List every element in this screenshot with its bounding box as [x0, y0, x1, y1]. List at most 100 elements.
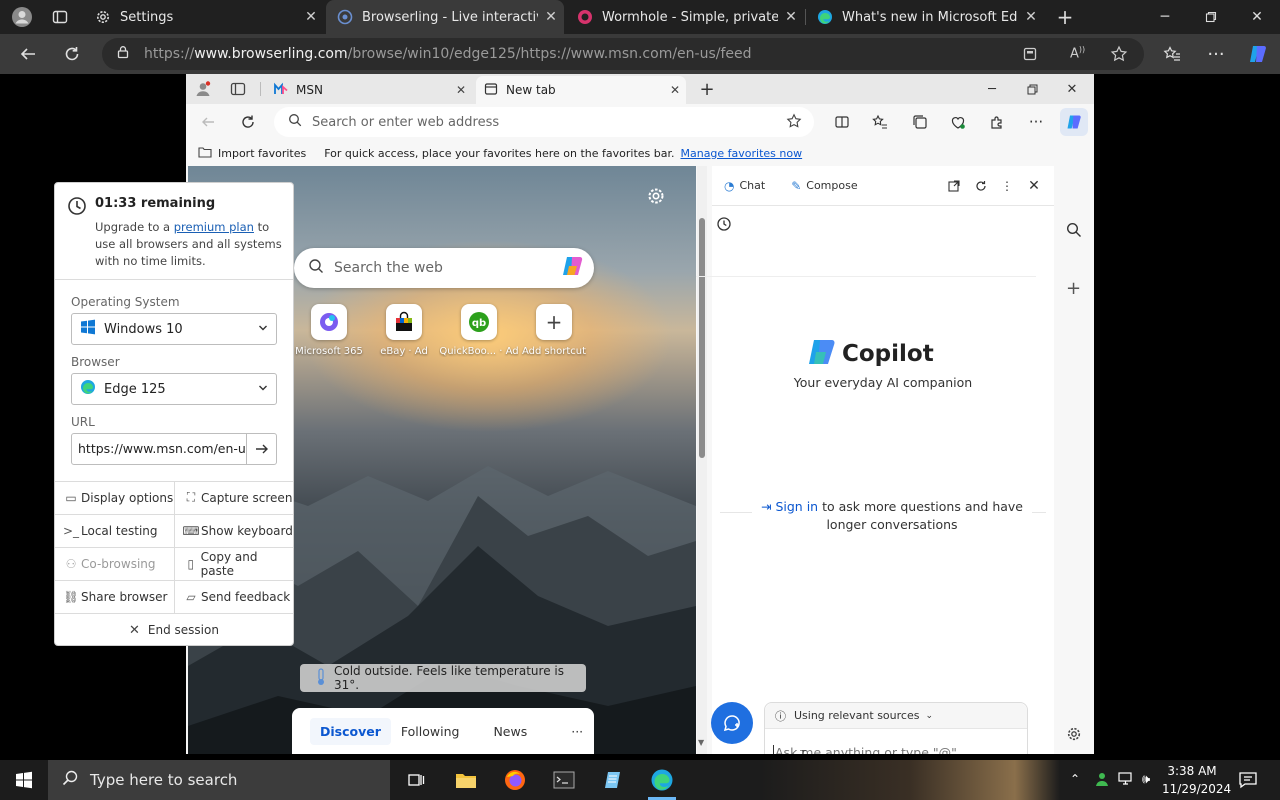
terminal-app-icon[interactable] [540, 760, 588, 800]
inner-close-window-button[interactable]: ✕ [1052, 74, 1092, 104]
file-explorer-icon[interactable] [442, 760, 490, 800]
manage-favorites-link[interactable]: Manage favorites now [680, 147, 802, 160]
feed-tab-news[interactable]: News [483, 718, 537, 745]
inner-back-button[interactable] [194, 108, 222, 136]
send-feedback-button[interactable]: ▱ Send feedback [174, 580, 293, 613]
back-button[interactable] [12, 38, 44, 70]
read-aloud-icon[interactable]: A)) [1070, 45, 1085, 61]
show-hidden-icons-chevron-icon[interactable]: ⌃ [1070, 772, 1080, 786]
browser-select[interactable]: Edge 125 [71, 373, 277, 405]
shortcut-quickbooks[interactable]: qb QuickBoo... · Ad [439, 304, 519, 357]
maximize-button[interactable] [1188, 0, 1234, 34]
more-menu-icon[interactable]: ··· [1022, 108, 1050, 136]
weather-notice[interactable]: Cold outside. Feels like temperature is … [300, 664, 586, 692]
collections-icon[interactable] [906, 108, 934, 136]
minimize-button[interactable]: ─ [1142, 0, 1188, 34]
feed-more-icon[interactable]: ··· [561, 718, 593, 745]
lock-icon[interactable] [116, 45, 130, 63]
inner-new-tab-button[interactable]: + [696, 76, 718, 102]
show-keyboard-button[interactable]: ⌨ Show keyboard [174, 514, 293, 547]
capture-screen-button[interactable]: ⛶ Capture screen [174, 481, 293, 514]
outer-tab-edge-whatsnew[interactable]: What's new in Microsoft Edge ✕ [806, 0, 1044, 34]
sidebar-settings-gear-icon[interactable] [1066, 726, 1082, 746]
extensions-icon[interactable] [983, 108, 1011, 136]
copilot-tab-chat[interactable]: ◔ Chat [724, 179, 765, 193]
volume-icon[interactable]: 🕪 [1142, 772, 1150, 787]
go-button[interactable] [246, 434, 276, 464]
share-browser-button[interactable]: ⛓ Share browser [55, 580, 174, 613]
sidebar-search-icon[interactable] [1066, 222, 1082, 242]
app-available-icon[interactable] [1022, 46, 1038, 66]
history-icon[interactable] [716, 216, 732, 236]
start-button[interactable] [0, 760, 48, 800]
end-session-button[interactable]: ✕ End session [55, 613, 293, 646]
open-in-new-icon[interactable] [944, 176, 964, 196]
close-tab-icon[interactable]: ✕ [1018, 9, 1044, 25]
display-options-button[interactable]: ▭ Display options [55, 481, 174, 514]
copilot-tab-compose[interactable]: ✎ Compose [791, 179, 857, 193]
copy-paste-button[interactable]: ▯ Copy and paste [174, 547, 293, 580]
local-testing-button[interactable]: >_ Local testing [55, 514, 174, 547]
sidebar-add-icon[interactable]: + [1066, 278, 1081, 299]
os-select[interactable]: Windows 10 [71, 313, 277, 345]
close-tab-icon[interactable]: ✕ [538, 9, 564, 25]
ntp-settings-gear-icon[interactable] [646, 186, 666, 210]
shortcut-ebay[interactable]: eBay · Ad [364, 304, 444, 357]
co-browsing-button[interactable]: ⚇ Co-browsing [55, 547, 174, 580]
ntp-search-box[interactable]: Search the web [294, 248, 594, 288]
task-view-icon[interactable] [392, 760, 440, 800]
tab-actions-icon[interactable] [46, 6, 74, 28]
close-tab-icon[interactable]: ✕ [450, 83, 472, 97]
inner-minimize-button[interactable]: ─ [972, 74, 1012, 104]
copilot-icon[interactable] [560, 253, 586, 283]
premium-plan-link[interactable]: premium plan [174, 220, 254, 234]
page-scrollbar[interactable]: ▼ [697, 166, 707, 754]
scroll-down-arrow-icon[interactable]: ▼ [698, 738, 704, 747]
feed-tab-following[interactable]: Following [391, 718, 470, 745]
outer-tab-wormhole[interactable]: Wormhole - Simple, private file sh ✕ [566, 0, 804, 34]
split-screen-icon[interactable] [828, 108, 856, 136]
close-tab-icon[interactable]: ✕ [664, 83, 686, 97]
close-pane-icon[interactable]: ✕ [1024, 176, 1044, 196]
close-tab-icon[interactable]: ✕ [298, 9, 324, 25]
new-tab-button[interactable]: + [1050, 4, 1080, 30]
firefox-icon[interactable] [491, 760, 539, 800]
notifications-icon[interactable] [1238, 770, 1258, 794]
more-vertical-icon[interactable]: ⋮ [997, 176, 1017, 196]
refresh-icon[interactable] [971, 176, 991, 196]
shortcut-microsoft365[interactable]: Microsoft 365 [289, 304, 369, 357]
url-input[interactable]: https://www.msn.com/en-us [72, 434, 246, 464]
network-icon[interactable] [1118, 772, 1136, 790]
feed-tab-discover[interactable]: Discover [310, 717, 391, 745]
scrollbar-thumb[interactable] [699, 218, 705, 458]
inner-restore-button[interactable] [1012, 74, 1052, 104]
close-tab-icon[interactable]: ✕ [778, 9, 804, 25]
inner-tab-actions-icon[interactable] [230, 81, 246, 101]
favorites-icon[interactable] [1156, 38, 1188, 70]
favorite-star-icon[interactable] [1110, 45, 1128, 67]
inner-profile-icon[interactable] [194, 80, 212, 102]
sources-toggle[interactable]: ⓘ Using relevant sources ⌄ [765, 703, 1027, 729]
shortcut-add[interactable]: + Add shortcut [514, 304, 594, 357]
inner-address-bar[interactable]: Search or enter web address [274, 107, 814, 137]
taskbar-search[interactable]: Type here to search [48, 760, 390, 800]
favorites-icon[interactable] [866, 108, 894, 136]
outer-address-bar[interactable]: https://www.browserling.com/browse/win10… [102, 38, 1144, 70]
sign-in-link[interactable]: ⇥ Sign in [761, 499, 818, 514]
inner-refresh-button[interactable] [234, 108, 262, 136]
network-people-icon[interactable] [1094, 771, 1110, 791]
import-favorites-button[interactable]: Import favorites [198, 146, 306, 161]
taskbar-clock[interactable]: 3:38 AM 11/29/2024 [1162, 762, 1231, 798]
more-menu-icon[interactable]: ··· [1200, 38, 1232, 70]
outer-tab-settings[interactable]: Settings ✕ [84, 0, 324, 34]
inner-tab-newtab[interactable]: New tab ✕ [476, 76, 686, 104]
inner-tab-msn[interactable]: MSN ✕ [266, 76, 472, 104]
browser-essentials-icon[interactable] [944, 108, 972, 136]
close-window-button[interactable]: ✕ [1234, 0, 1280, 34]
profile-avatar[interactable] [8, 4, 36, 30]
edge-taskbar-icon[interactable] [638, 760, 686, 800]
favorite-star-icon[interactable] [786, 113, 802, 133]
copilot-icon[interactable] [1060, 108, 1088, 136]
outer-tab-browserling[interactable]: Browserling - Live interactive cros ✕ [326, 0, 564, 34]
new-topic-button[interactable] [711, 702, 753, 744]
